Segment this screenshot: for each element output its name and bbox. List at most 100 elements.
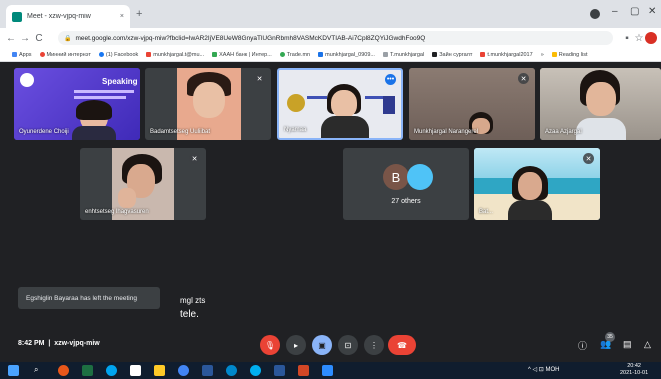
skype-icon[interactable]: [250, 365, 261, 376]
face: [331, 90, 357, 118]
activities-icon[interactable]: △: [644, 339, 651, 350]
settings-icon[interactable]: [130, 365, 141, 376]
app-icon[interactable]: [58, 365, 69, 376]
emblem-icon: [287, 94, 305, 112]
reload-icon[interactable]: C: [32, 33, 46, 44]
mic-off-icon: ✕: [189, 153, 200, 164]
system-tray[interactable]: ^ ◁ ⊡ МОН: [528, 366, 559, 373]
chat-message: mgl zts: [180, 296, 206, 305]
file-explorer-icon[interactable]: [154, 365, 165, 376]
more-options-button[interactable]: ⋮: [364, 335, 384, 355]
participant-tile[interactable]: ✕ enhtsetseg lhagvasuren: [80, 148, 206, 220]
body: [321, 116, 369, 138]
app-icon[interactable]: [106, 365, 117, 376]
chat-message: tele.: [180, 309, 199, 320]
avatar-photo: [407, 164, 433, 190]
participant-name: Azaa Azjargal: [545, 129, 582, 135]
leave-call-button[interactable]: ☎: [388, 335, 416, 355]
bookmark-item[interactable]: Trade.mn: [279, 52, 310, 58]
participant-tile[interactable]: Azaa Azjargal: [540, 68, 661, 140]
bookmark-item[interactable]: munkhjargal_0909...: [318, 52, 375, 58]
bookmarks-overflow[interactable]: »: [541, 52, 544, 58]
powerpoint-icon[interactable]: [298, 365, 309, 376]
body: [576, 118, 626, 140]
present-button[interactable]: ⊡: [338, 335, 358, 355]
meeting-details-icon[interactable]: ⓘ: [578, 339, 587, 352]
mic-toggle-button[interactable]: 🎙: [260, 335, 280, 355]
close-window-icon[interactable]: ✕: [648, 6, 656, 17]
word-icon[interactable]: [202, 365, 213, 376]
captions-button[interactable]: ▣: [312, 335, 332, 355]
taskbar-clock[interactable]: 20:42 2021-10-01: [620, 363, 648, 377]
maximize-icon[interactable]: ▢: [630, 6, 639, 17]
os-taskbar: ⌕ ^ ◁ ⊡ МОН 20:42 2021-10-01: [0, 362, 661, 379]
body: [508, 200, 552, 220]
mic-off-icon: ✕: [583, 153, 594, 164]
bookmark-item[interactable]: Зайн сургалт: [432, 52, 472, 58]
face: [586, 82, 616, 116]
participant-tile-active-speaker[interactable]: ••• Nyamaa: [277, 68, 403, 140]
others-tile[interactable]: B 27 others: [343, 148, 469, 220]
banner-line: [307, 96, 327, 99]
bookmark-item[interactable]: munkhjargal.t@mu...: [146, 52, 204, 58]
telegram-icon[interactable]: [226, 365, 237, 376]
bookmark-item[interactable]: t.munkhjargal2017: [480, 52, 533, 58]
forward-icon[interactable]: →: [18, 33, 32, 44]
tab-close-icon[interactable]: ×: [120, 13, 124, 20]
bookmarks-bar: Apps Минний интернэт (1) Facebook munkhj…: [0, 48, 661, 62]
meet-favicon-icon: [12, 11, 22, 22]
meet-stage: Speaking Oyunerdenе Choiji ✕ Badamtsetse…: [0, 62, 661, 362]
banner-line: [365, 96, 383, 99]
bookmark-item[interactable]: Apps: [12, 52, 32, 58]
participant-tile[interactable]: ✕ Munkhjargal Narangerel: [409, 68, 535, 140]
participant-name: Munkhjargal Narangerel: [414, 129, 479, 135]
minimize-icon[interactable]: –: [612, 6, 618, 17]
tab-title: Meet - xzw-vjpq-miw: [27, 13, 91, 20]
participant-name: Badamtsetseg Uuliibat: [150, 129, 211, 135]
bookmark-item[interactable]: T.munkhjargal: [382, 52, 424, 58]
face: [193, 82, 225, 118]
camera-toggle-button[interactable]: ▸: [286, 335, 306, 355]
avatar-initial: B: [383, 164, 409, 190]
account-avatar[interactable]: [645, 32, 657, 44]
reading-list[interactable]: Reading list: [551, 52, 588, 58]
participant-tile[interactable]: ✕ Badamtsetseg Uuliibat: [145, 68, 271, 140]
participant-name: enhtsetseg lhagvasuren: [85, 209, 149, 215]
slide-text-line: [74, 96, 126, 99]
hair: [76, 100, 112, 120]
meeting-time: 8:42 PM | xzw-vjpq-miw: [18, 340, 100, 347]
hand: [118, 188, 136, 208]
excel-icon[interactable]: [82, 365, 93, 376]
browser-tab-meet[interactable]: Meet - xzw-vjpq-miw ×: [6, 5, 130, 28]
slide-title: Speaking: [102, 77, 138, 86]
bookmark-star-icon[interactable]: ☆: [632, 33, 646, 44]
url-text: meet.google.com/xzw-vjpq-miw?fbclid=IwAR…: [75, 34, 426, 42]
people-icon[interactable]: 👥: [600, 339, 611, 350]
bookmark-item[interactable]: Минний интернэт: [39, 52, 91, 58]
body: [72, 126, 116, 140]
participant-tile[interactable]: ✕ Bat...: [474, 148, 600, 220]
address-bar: ← → C 🔒 meet.google.com/xzw-vjpq-miw?fbc…: [0, 28, 661, 48]
meet-controls-bar: 8:42 PM | xzw-vjpq-miw 🎙 ▸ ▣ ⊡ ⋮ ☎ ⓘ 35 …: [0, 330, 661, 362]
mic-off-icon: ✕: [254, 73, 265, 84]
chat-icon[interactable]: ▤: [623, 339, 632, 350]
speaking-indicator-icon: •••: [385, 74, 396, 85]
face: [518, 172, 542, 200]
others-count-label: 27 others: [391, 198, 421, 205]
mic-off-icon: ✕: [518, 73, 529, 84]
back-icon[interactable]: ←: [4, 33, 18, 44]
slide-text-line: [74, 90, 134, 93]
participant-name: Oyunerdenе Choiji: [19, 129, 69, 135]
url-input[interactable]: 🔒 meet.google.com/xzw-vjpq-miw?fbclid=Iw…: [58, 31, 613, 45]
chrome-icon[interactable]: [178, 365, 189, 376]
search-icon[interactable]: ⌕: [34, 365, 45, 376]
participant-tile[interactable]: Speaking Oyunerdenе Choiji: [14, 68, 140, 140]
start-icon[interactable]: [8, 365, 19, 376]
bookmark-item[interactable]: ХААН банк | Интер...: [212, 52, 272, 58]
profile-icon[interactable]: [590, 9, 600, 19]
zoom-icon[interactable]: [322, 365, 333, 376]
bookmark-item[interactable]: (1) Facebook: [98, 52, 138, 58]
logo-icon: [20, 73, 34, 87]
new-tab-button[interactable]: +: [136, 8, 142, 20]
word-icon[interactable]: [274, 365, 285, 376]
